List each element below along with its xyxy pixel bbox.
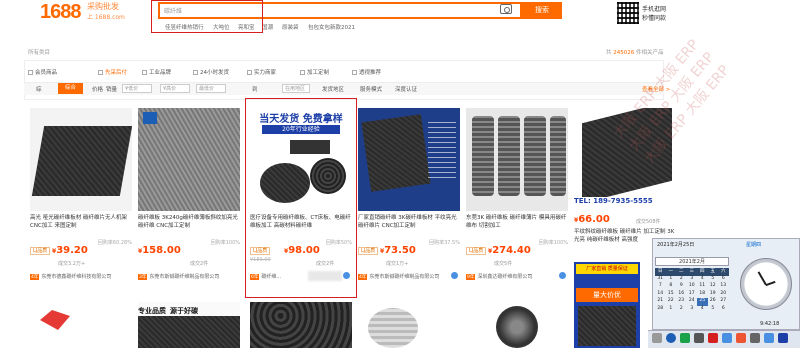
sort-selected[interactable]: 综合 bbox=[58, 83, 83, 94]
tray-icon[interactable] bbox=[750, 333, 760, 343]
hot-keyword[interactable]: 国潮 bbox=[262, 23, 273, 31]
calendar-weekday: 星期四 bbox=[746, 242, 762, 248]
calendar-date: 2021年2月25日 bbox=[657, 242, 695, 248]
product-card[interactable] bbox=[30, 302, 132, 348]
product-image[interactable] bbox=[358, 108, 460, 211]
filter-option[interactable]: 加工定制 bbox=[300, 68, 329, 76]
mobile-title[interactable]: 手机逛网 bbox=[642, 4, 666, 13]
logo-slogan: 采购批发 bbox=[87, 2, 119, 11]
deep-cert[interactable]: 深度认证 bbox=[395, 85, 417, 93]
sales-count: 成交1万+ bbox=[386, 261, 409, 267]
repurchase-rate: 回购率100% bbox=[210, 240, 240, 246]
highlight-box bbox=[151, 0, 263, 33]
min-price-input[interactable]: 最低价 bbox=[196, 84, 226, 93]
repurchase-rate: 回购率60.28% bbox=[97, 240, 132, 246]
repurchase-rate: 回购率37.5% bbox=[429, 240, 460, 246]
sort-price[interactable]: 价格 bbox=[92, 85, 103, 93]
mobile-subtitle: 秒懂同款 bbox=[642, 15, 667, 22]
product-card[interactable] bbox=[466, 302, 568, 348]
product-price: ¥66.00 bbox=[574, 214, 610, 225]
tray-icon[interactable] bbox=[666, 333, 676, 343]
sales-count: 成交508件 bbox=[636, 219, 661, 225]
tray-icon[interactable] bbox=[764, 333, 774, 343]
product-price: ¥73.50 bbox=[380, 245, 416, 256]
tray-icon[interactable] bbox=[680, 333, 690, 343]
filter-option[interactable]: 先采后付 bbox=[98, 68, 127, 76]
filter-option[interactable]: 会员商品 bbox=[28, 68, 57, 76]
product-image[interactable] bbox=[138, 108, 240, 211]
price-to-input[interactable]: ¥高价 bbox=[160, 84, 190, 93]
service-mode[interactable]: 服务模式 bbox=[360, 85, 382, 93]
ship-region[interactable]: 发货地区 bbox=[322, 85, 344, 93]
shop-name[interactable]: 4年 东莞市德鑫碳纤维科技有限公司 bbox=[30, 273, 132, 280]
product-image[interactable] bbox=[30, 108, 132, 211]
tray-icon[interactable] bbox=[708, 333, 718, 343]
tray-icon[interactable] bbox=[722, 333, 732, 343]
filter-option[interactable]: 透视推荐 bbox=[352, 68, 381, 76]
sales-count: 成交5件 bbox=[494, 261, 513, 267]
bottom-label: 源于好碳 bbox=[170, 307, 198, 315]
product-price: ¥39.20 bbox=[52, 245, 88, 256]
quality-tag: LJ品质 bbox=[30, 247, 51, 255]
shop-name[interactable]: 4年 东莞市斯铖碳纤维制品有限公司 bbox=[358, 273, 460, 280]
clock-time: 9:42:18 bbox=[760, 321, 780, 327]
search-button[interactable]: 搜索 bbox=[522, 2, 562, 19]
product-price: ¥274.40 bbox=[488, 245, 531, 256]
product-title[interactable]: 厂家直销碳纤维 3K碳纤维板材 平纹亮光碳纤维片 CNC加工定制 bbox=[358, 214, 460, 238]
sales-count: 成交3.2万+ bbox=[58, 261, 86, 267]
shop-name[interactable]: 3年 东莞市斯铖碳纤维制品有限公司 bbox=[138, 273, 240, 280]
logo-url: 上 1688.com bbox=[87, 14, 125, 21]
filter-option[interactable]: 实力商家 bbox=[247, 68, 276, 76]
product-image[interactable] bbox=[466, 108, 568, 211]
product-card[interactable]: 厂家直销碳纤维 3K碳纤维板材 平纹亮光碳纤维片 CNC加工定制 回购率37.5… bbox=[358, 108, 460, 298]
qr-code-overlay bbox=[617, 2, 639, 24]
product-card[interactable]: 碳纤维板 3K240g碳纤维薄板斜纹加亮光碳纤维 CNC加工定制 回购率100%… bbox=[138, 108, 240, 298]
highlight-box bbox=[245, 98, 357, 298]
region-input[interactable]: 在用地区 bbox=[282, 84, 310, 93]
product-title[interactable]: 碳纤维板 3K240g碳纤维薄板斜纹加亮光碳纤维 CNC加工定制 bbox=[138, 214, 240, 238]
sogou-icon[interactable] bbox=[736, 333, 746, 343]
hot-keyword[interactable]: 包包女包新款2021 bbox=[308, 23, 355, 31]
shop-name[interactable]: 9年 深圳鑫达碳纤维有限公司 bbox=[466, 273, 568, 280]
sort-default[interactable]: 综 bbox=[36, 85, 42, 93]
camera-icon[interactable] bbox=[500, 4, 512, 14]
product-card[interactable]: 专业品质 源于好碳 bbox=[138, 302, 240, 348]
logo[interactable]: 1688 bbox=[40, 1, 81, 24]
filter-option[interactable]: 24小时发货 bbox=[193, 68, 229, 76]
calendar-grid: 日一二三四五六 31 1 2 3 4 5 6 7 8 9 10 11 12 13 14 15 16 17 18 1… bbox=[655, 268, 729, 313]
product-title[interactable]: 东莞3K 碳纤维板 碳纤维薄片 模具用碳纤维布 切割加工 bbox=[466, 214, 568, 238]
price-from-input[interactable]: ¥低价 bbox=[122, 84, 152, 93]
chat-icon[interactable] bbox=[559, 272, 566, 279]
result-count: 共 245026 件相关产品 bbox=[606, 50, 664, 56]
hot-keyword[interactable]: 原装袋 bbox=[282, 23, 299, 31]
product-title[interactable]: 高光 哑光碳纤维板材 碳纤维片无人机架 CNC加工 来图定制 bbox=[30, 214, 132, 238]
quality-tag: LJ品质 bbox=[358, 247, 379, 255]
product-card[interactable]: 高光 哑光碳纤维板材 碳纤维片无人机架 CNC加工 来图定制 回购率60.28%… bbox=[30, 108, 132, 298]
sales-count: 成交2件 bbox=[190, 261, 209, 267]
product-card[interactable] bbox=[358, 302, 460, 348]
filter-option[interactable]: 工业品牌 bbox=[142, 68, 171, 76]
sort-sales[interactable]: 销量 bbox=[106, 85, 117, 93]
quality-tag: LJ品质 bbox=[466, 247, 487, 255]
product-price: ¥158.00 bbox=[138, 245, 181, 256]
sort-to: 到 bbox=[252, 87, 258, 93]
side-ad[interactable]: 厂家直销 质量保证 量大价优 bbox=[574, 262, 640, 348]
bottom-label: 专业品质 bbox=[138, 307, 166, 315]
tray-icon[interactable] bbox=[652, 333, 662, 343]
product-card[interactable] bbox=[250, 302, 352, 348]
breadcrumb[interactable]: 所有类目 bbox=[28, 48, 50, 56]
chat-icon[interactable] bbox=[451, 272, 458, 279]
product-card[interactable]: 东莞3K 碳纤维板 碳纤维薄片 模具用碳纤维布 切割加工 回购率100% LJ品… bbox=[466, 108, 568, 298]
tray-icon[interactable] bbox=[778, 333, 788, 343]
tray-icon[interactable] bbox=[694, 333, 704, 343]
calendar-month[interactable]: 2021年2月 bbox=[655, 257, 729, 266]
